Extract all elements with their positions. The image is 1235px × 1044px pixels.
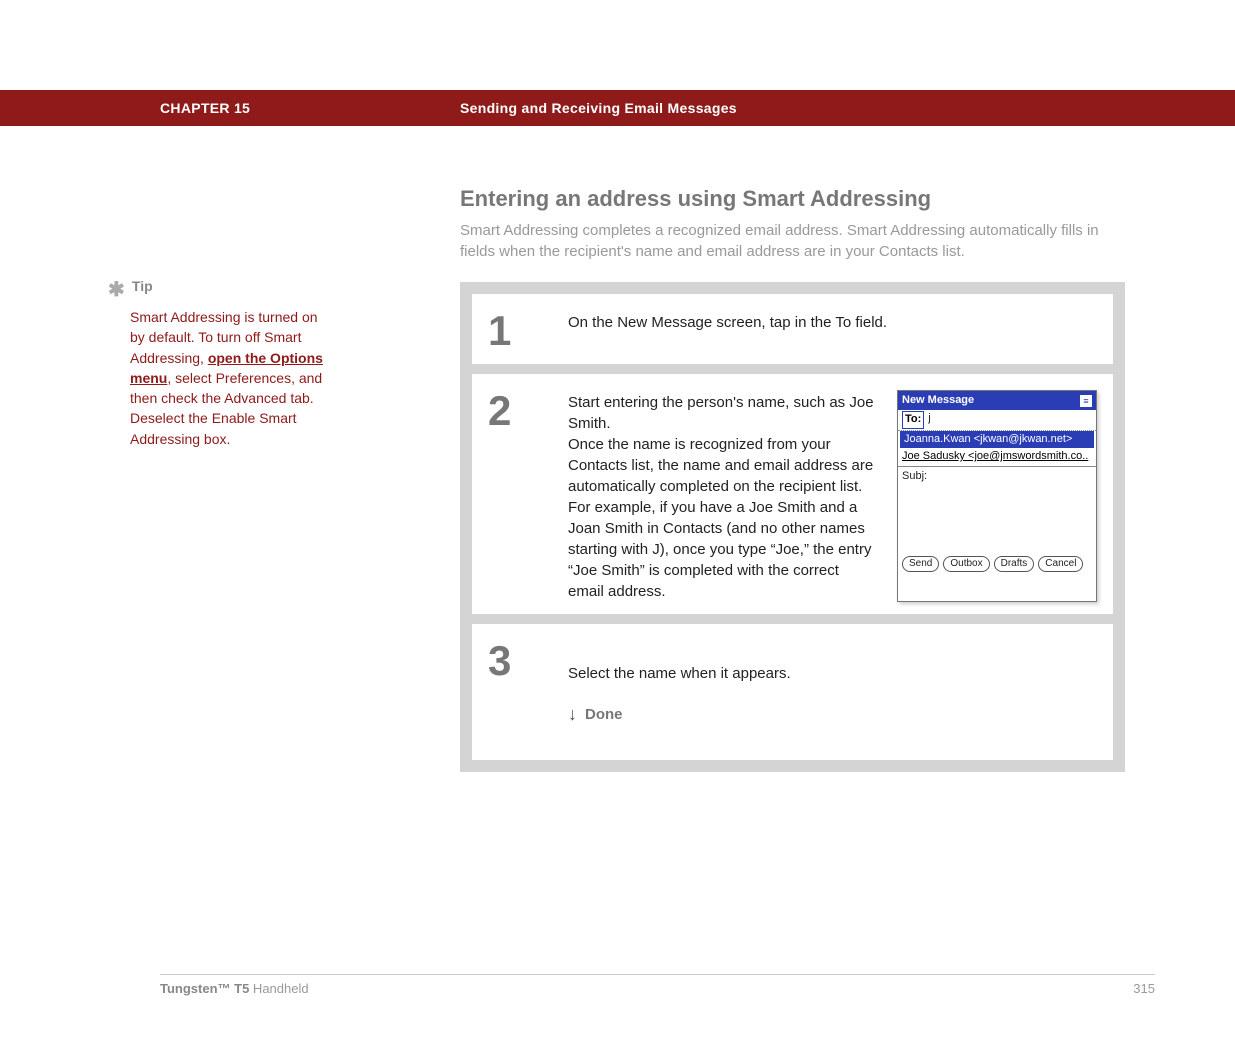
step-text: On the New Message screen, tap in the To… xyxy=(568,306,1097,352)
palm-outbox-button[interactable]: Outbox xyxy=(943,556,989,572)
palm-title-text: New Message xyxy=(902,393,974,408)
step-3-text: Select the name when it appears. xyxy=(568,665,791,682)
palm-send-button[interactable]: Send xyxy=(902,556,939,572)
palm-body-area[interactable] xyxy=(898,486,1096,552)
palm-screenshot: New Message ≡ To: j Joanna.Kwan <jkwan@j… xyxy=(897,390,1097,602)
down-arrow-icon: ↓ xyxy=(568,702,577,727)
step-3: 3 Select the name when it appears. ↓ Don… xyxy=(472,624,1113,760)
palm-subj-row[interactable]: Subj: xyxy=(898,466,1096,486)
tip-sidebar: ✱ Tip Smart Addressing is turned on by d… xyxy=(40,186,330,772)
step-2: 2 Start entering the person's name, such… xyxy=(472,374,1113,614)
palm-menu-icon[interactable]: ≡ xyxy=(1080,395,1092,407)
step-text: Start entering the person's name, such a… xyxy=(568,386,877,602)
palm-title-bar: New Message ≡ xyxy=(898,391,1096,410)
palm-to-input[interactable]: j xyxy=(928,411,930,428)
palm-button-row: Send Outbox Drafts Cancel xyxy=(898,552,1096,576)
palm-drafts-button[interactable]: Drafts xyxy=(994,556,1035,572)
section-title: Entering an address using Smart Addressi… xyxy=(460,186,1125,212)
chapter-label: CHAPTER 15 xyxy=(160,100,460,116)
tip-body: Smart Addressing is turned on by default… xyxy=(130,307,330,449)
done-label: Done xyxy=(585,704,623,725)
product-bold: Tungsten™ T5 xyxy=(160,981,249,996)
palm-dropdown-selected[interactable]: Joanna.Kwan <jkwan@jkwan.net> xyxy=(900,431,1094,448)
product-rest: Handheld xyxy=(249,981,308,996)
done-indicator: ↓ Done xyxy=(568,702,1097,727)
tip-label: Tip xyxy=(132,278,153,294)
step-1: 1 On the New Message screen, tap in the … xyxy=(472,294,1113,364)
product-name: Tungsten™ T5 Handheld xyxy=(160,981,309,996)
section-lead: Smart Addressing completes a recognized … xyxy=(460,220,1125,262)
palm-to-row: To: j xyxy=(898,410,1096,430)
steps-container: 1 On the New Message screen, tap in the … xyxy=(460,282,1125,772)
palm-list-item[interactable]: Joe Sadusky <joe@jmswordsmith.co.. xyxy=(898,448,1096,465)
tip-star-icon: ✱ xyxy=(108,276,128,305)
step-number: 1 xyxy=(488,306,568,352)
header-bar: CHAPTER 15 Sending and Receiving Email M… xyxy=(0,90,1235,126)
page-number: 315 xyxy=(1133,981,1155,996)
palm-to-label[interactable]: To: xyxy=(902,411,924,428)
chapter-title: Sending and Receiving Email Messages xyxy=(460,100,737,116)
step-number: 2 xyxy=(488,386,568,602)
step-text: Select the name when it appears. ↓ Done xyxy=(568,636,1097,748)
page-footer: Tungsten™ T5 Handheld 315 xyxy=(160,974,1155,996)
step-number: 3 xyxy=(488,636,568,748)
palm-cancel-button[interactable]: Cancel xyxy=(1038,556,1083,572)
